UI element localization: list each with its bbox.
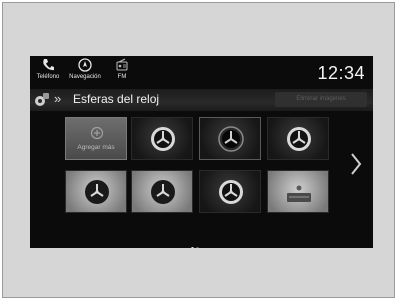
- next-page-arrow-icon[interactable]: [349, 151, 363, 177]
- image-tile[interactable]: [267, 170, 329, 213]
- double-chevron-icon: »: [54, 91, 62, 106]
- delete-images-button[interactable]: Eliminar imágenes: [275, 92, 367, 107]
- clock-face-icon: [218, 126, 244, 152]
- compass-icon: [78, 58, 92, 72]
- settings-icon[interactable]: [34, 92, 50, 108]
- clock-face-tile[interactable]: [199, 170, 261, 213]
- clock-face-tile[interactable]: [131, 170, 193, 213]
- clock-face-icon: [151, 180, 175, 204]
- infotainment-screen: Teléfono Navegación FM 12:34 » Esferas d…: [30, 56, 373, 248]
- clock-face-icon: [287, 185, 311, 202]
- status-item-label: Teléfono: [36, 74, 60, 80]
- phone-icon: [43, 59, 54, 71]
- page-dot-active: [191, 247, 194, 248]
- add-more-tile[interactable]: Agregar más: [65, 117, 127, 160]
- clock-face-icon: [85, 180, 109, 204]
- status-item-navigation[interactable]: Navegación: [67, 57, 103, 80]
- clock-face-tile[interactable]: [131, 117, 193, 160]
- figure-frame: Teléfono Navegación FM 12:34 » Esferas d…: [2, 2, 395, 298]
- status-item-fm[interactable]: FM: [104, 57, 140, 80]
- status-item-phone[interactable]: Teléfono: [30, 57, 66, 80]
- page-title: Esferas del reloj: [73, 92, 160, 106]
- radio-icon: [116, 58, 128, 71]
- status-bar: Teléfono Navegación FM 12:34: [30, 56, 373, 86]
- add-icon: [90, 126, 104, 140]
- title-bar: » Esferas del reloj Eliminar imágenes: [30, 89, 373, 111]
- page-dot: [196, 247, 199, 248]
- add-more-label: Agregar más: [77, 144, 115, 151]
- clock: 12:34: [317, 63, 365, 83]
- page-indicator: [191, 237, 201, 248]
- clock-face-tile[interactable]: [267, 117, 329, 160]
- clock-face-icon: [219, 180, 243, 204]
- clock-face-tile[interactable]: [199, 117, 261, 160]
- clock-face-icon: [151, 127, 175, 151]
- status-item-label: FM: [117, 74, 127, 80]
- clock-face-tile[interactable]: [65, 170, 127, 213]
- status-item-label: Navegación: [69, 74, 101, 80]
- clock-face-icon: [287, 127, 311, 151]
